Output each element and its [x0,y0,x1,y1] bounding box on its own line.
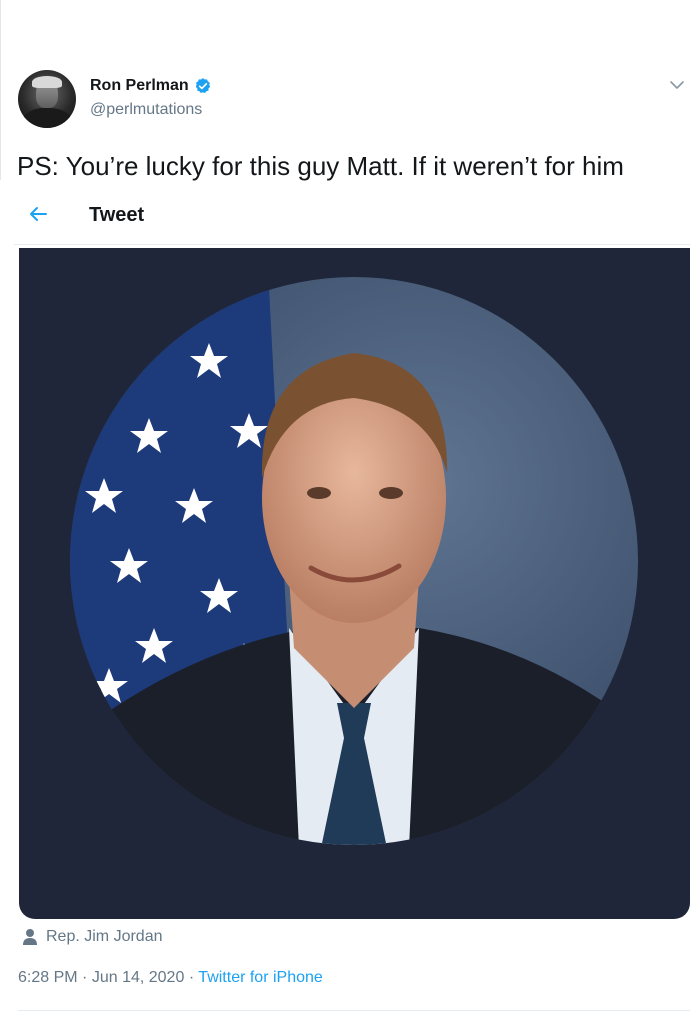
tweet-date[interactable]: Jun 14, 2020 [92,969,185,986]
tweet-time[interactable]: 6:28 PM [18,969,78,986]
author-handle[interactable]: @perlmutations [90,101,202,119]
embedded-author-label[interactable]: Rep. Jim Jordan [46,928,163,946]
author-display-name[interactable]: Ron Perlman [90,77,189,95]
verified-badge-icon [195,78,210,94]
author-avatar[interactable] [18,70,76,128]
portrait-image [70,277,638,845]
tweet-source-link[interactable]: Twitter for iPhone [198,969,323,986]
tweet-meta: 6:28 PM · Jun 14, 2020 · Twitter for iPh… [18,969,323,987]
left-border [0,0,1,180]
tweet-header-bar: Tweet [14,182,690,245]
meta-separator: · [188,969,195,986]
back-arrow-icon[interactable] [26,202,50,226]
author-name-row: Ron Perlman [90,77,212,95]
person-icon [23,929,37,945]
header-title: Tweet [89,204,145,226]
embedded-author-row: Rep. Jim Jordan [22,928,163,946]
tweet-text: PS: You’re lucky for this guy Matt. If i… [17,151,624,181]
media-image[interactable] [19,248,690,919]
meta-separator: · [82,969,88,986]
divider [18,1010,690,1011]
chevron-down-icon[interactable] [668,76,686,94]
